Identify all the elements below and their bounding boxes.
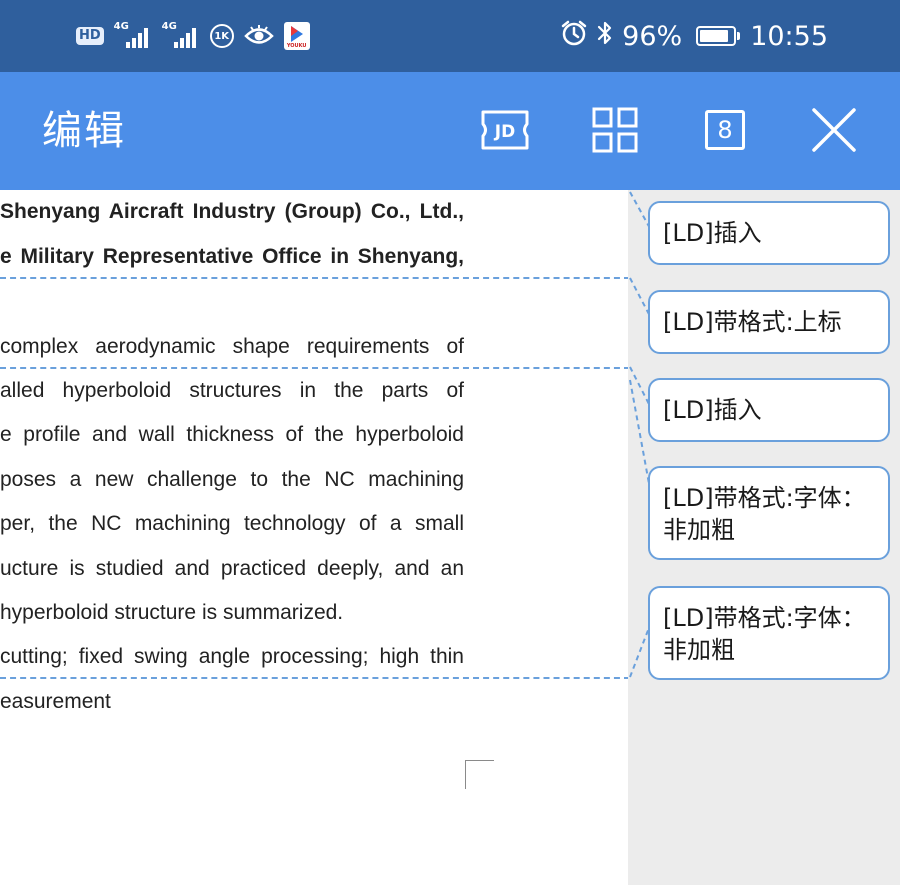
- document-view[interactable]: Shenyang Aircraft Industry (Group) Co., …: [0, 190, 628, 885]
- title-bar: 编辑 JD 8: [0, 72, 900, 190]
- revision-comment[interactable]: [LD]插入: [648, 201, 890, 265]
- doc-line: e Military Representative Office in Shen…: [0, 245, 464, 268]
- close-icon: [812, 108, 856, 152]
- revision-comment[interactable]: [LD]插入: [648, 378, 890, 442]
- revision-count-button[interactable]: 8: [697, 102, 753, 158]
- page-title: 编辑: [42, 108, 126, 154]
- youku-app-icon: YOUKU: [283, 22, 310, 50]
- revision-marker-line: [0, 277, 628, 279]
- close-button[interactable]: [806, 102, 862, 158]
- revision-marker-line: [0, 367, 628, 369]
- revision-marker-line: [0, 677, 628, 679]
- doc-line: ucture is studied and practiced deeply, …: [0, 557, 464, 580]
- app-badge-label: YOUKU: [286, 43, 307, 49]
- grid-view-button[interactable]: [587, 102, 643, 158]
- doc-line: e profile and wall thickness of the hype…: [0, 423, 464, 446]
- data-saver-icon: 1K: [209, 24, 234, 48]
- status-bar: HD 4G 4G 1K YOUKU 96% 10:55: [0, 0, 900, 72]
- revision-count: 8: [705, 110, 745, 150]
- signal-icon: 4G: [114, 22, 152, 50]
- doc-line: Shenyang Aircraft Industry (Group) Co., …: [0, 200, 464, 223]
- battery-percent: 96%: [622, 20, 683, 52]
- jd-button[interactable]: JD: [477, 102, 533, 158]
- doc-line: hyperboloid structure is summarized.: [0, 601, 344, 624]
- status-right-icons: 96% 10:55: [560, 16, 828, 56]
- jd-icon: JD: [481, 110, 529, 150]
- grid-icon: [592, 107, 638, 153]
- battery-icon: [696, 26, 741, 46]
- revision-comment[interactable]: [LD]带格式:字体：非加粗: [648, 586, 890, 680]
- page-corner-mark: [465, 760, 494, 789]
- revision-comment[interactable]: [LD]带格式:字体：非加粗: [648, 466, 890, 560]
- signal-bars: [125, 28, 148, 48]
- doc-line: alled hyperboloid structures in the part…: [0, 379, 464, 402]
- eye-icon: [243, 25, 274, 47]
- status-left-icons: HD 4G 4G 1K YOUKU: [76, 18, 310, 54]
- clock-time: 10:55: [750, 20, 828, 52]
- signal-icon-2: 4G: [162, 22, 200, 50]
- doc-line: per, the NC machining technology of a sm…: [0, 512, 464, 535]
- doc-line: poses a new challenge to the NC machinin…: [0, 468, 464, 491]
- doc-line: cutting; fixed swing angle processing; h…: [0, 645, 464, 668]
- doc-line: complex aerodynamic shape requirements o…: [0, 335, 464, 358]
- hd-icon: HD: [76, 27, 104, 45]
- alarm-icon: [560, 19, 588, 54]
- signal-bars-2: [173, 28, 196, 48]
- jd-label: JD: [494, 122, 515, 142]
- bluetooth-icon: [596, 19, 614, 54]
- doc-line: easurement: [0, 690, 111, 713]
- revision-comment[interactable]: [LD]带格式:上标: [648, 290, 890, 354]
